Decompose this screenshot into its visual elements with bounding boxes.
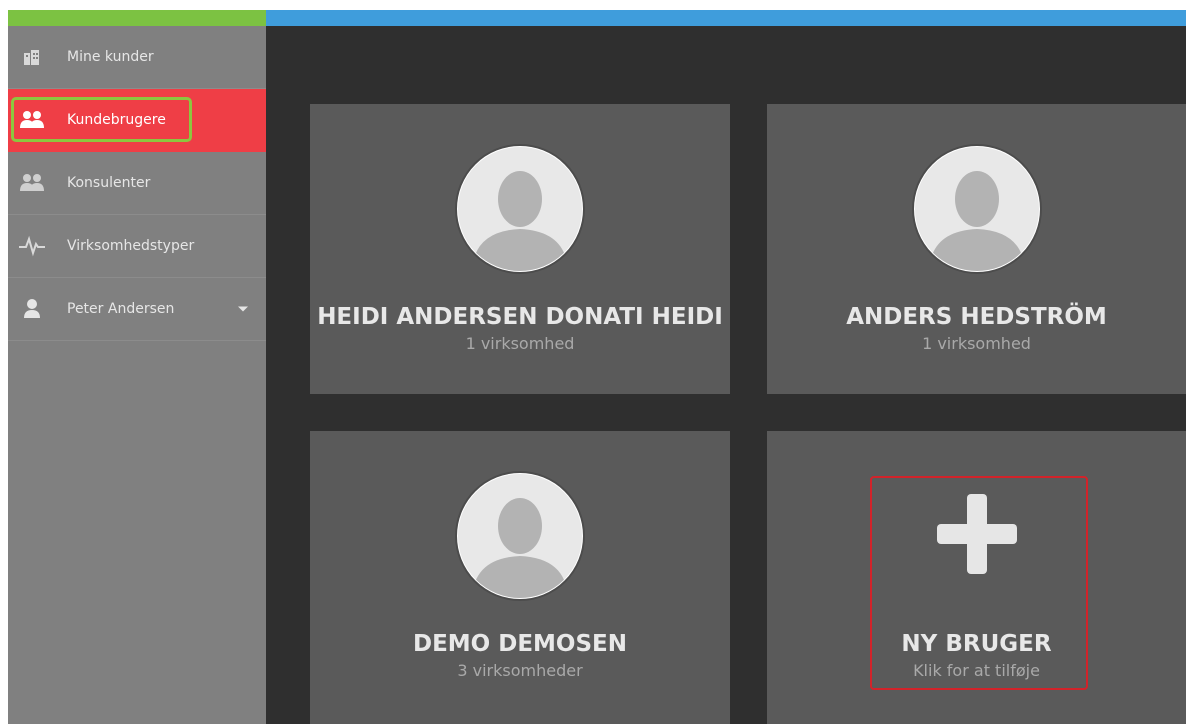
top-bar-blue (266, 10, 1186, 26)
add-user-hint: Klik for at tilføje (913, 661, 1040, 680)
sidebar-item-user-menu[interactable]: Peter Andersen (8, 278, 266, 341)
user-company-count: 3 virksomheder (457, 661, 583, 680)
user-card[interactable]: HEIDI ANDERSEN DONATI HEIDI 1 virksomhed (310, 104, 730, 394)
user-icon (18, 297, 46, 321)
sidebar-item-label: Konsulenter (67, 175, 151, 191)
user-name: HEIDI ANDERSEN DONATI HEIDI (317, 304, 723, 330)
avatar-icon (913, 146, 1040, 272)
highlight-frame (11, 97, 192, 142)
add-user-title: NY BRUGER (901, 631, 1052, 657)
sidebar-item-label: Virksomhedstyper (67, 238, 195, 254)
buildings-icon (18, 45, 46, 69)
sidebar-item-kundebrugere[interactable]: Kundebrugere (8, 89, 266, 152)
main-content: HEIDI ANDERSEN DONATI HEIDI 1 virksomhed… (266, 26, 1186, 724)
sidebar-item-virksomhedstyper[interactable]: Virksomhedstyper (8, 215, 266, 278)
top-bar-green (8, 10, 266, 26)
sidebar-item-konsulenter[interactable]: Konsulenter (8, 152, 266, 215)
add-user-card[interactable]: NY BRUGER Klik for at tilføje (767, 431, 1186, 724)
user-name: DEMO DEMOSEN (412, 631, 628, 657)
user-company-count: 1 virksomhed (922, 334, 1031, 353)
chevron-down-icon[interactable] (238, 306, 248, 312)
sidebar: Mine kunder Kundebrugere Konsulenter Vir… (8, 26, 266, 724)
sidebar-item-label: Mine kunder (67, 49, 154, 65)
pulse-icon (18, 234, 46, 258)
user-card[interactable]: ANDERS HEDSTRÖM 1 virksomhed (767, 104, 1186, 394)
consultants-icon (18, 171, 46, 195)
sidebar-item-label: Peter Andersen (67, 301, 175, 317)
avatar-icon (457, 473, 583, 599)
sidebar-item-mine-kunder[interactable]: Mine kunder (8, 26, 266, 89)
avatar-icon (457, 146, 583, 272)
user-company-count: 1 virksomhed (465, 334, 575, 353)
user-name: ANDERS HEDSTRÖM (846, 304, 1107, 330)
user-card[interactable]: DEMO DEMOSEN 3 virksomheder (310, 431, 730, 724)
plus-icon (937, 494, 1017, 574)
